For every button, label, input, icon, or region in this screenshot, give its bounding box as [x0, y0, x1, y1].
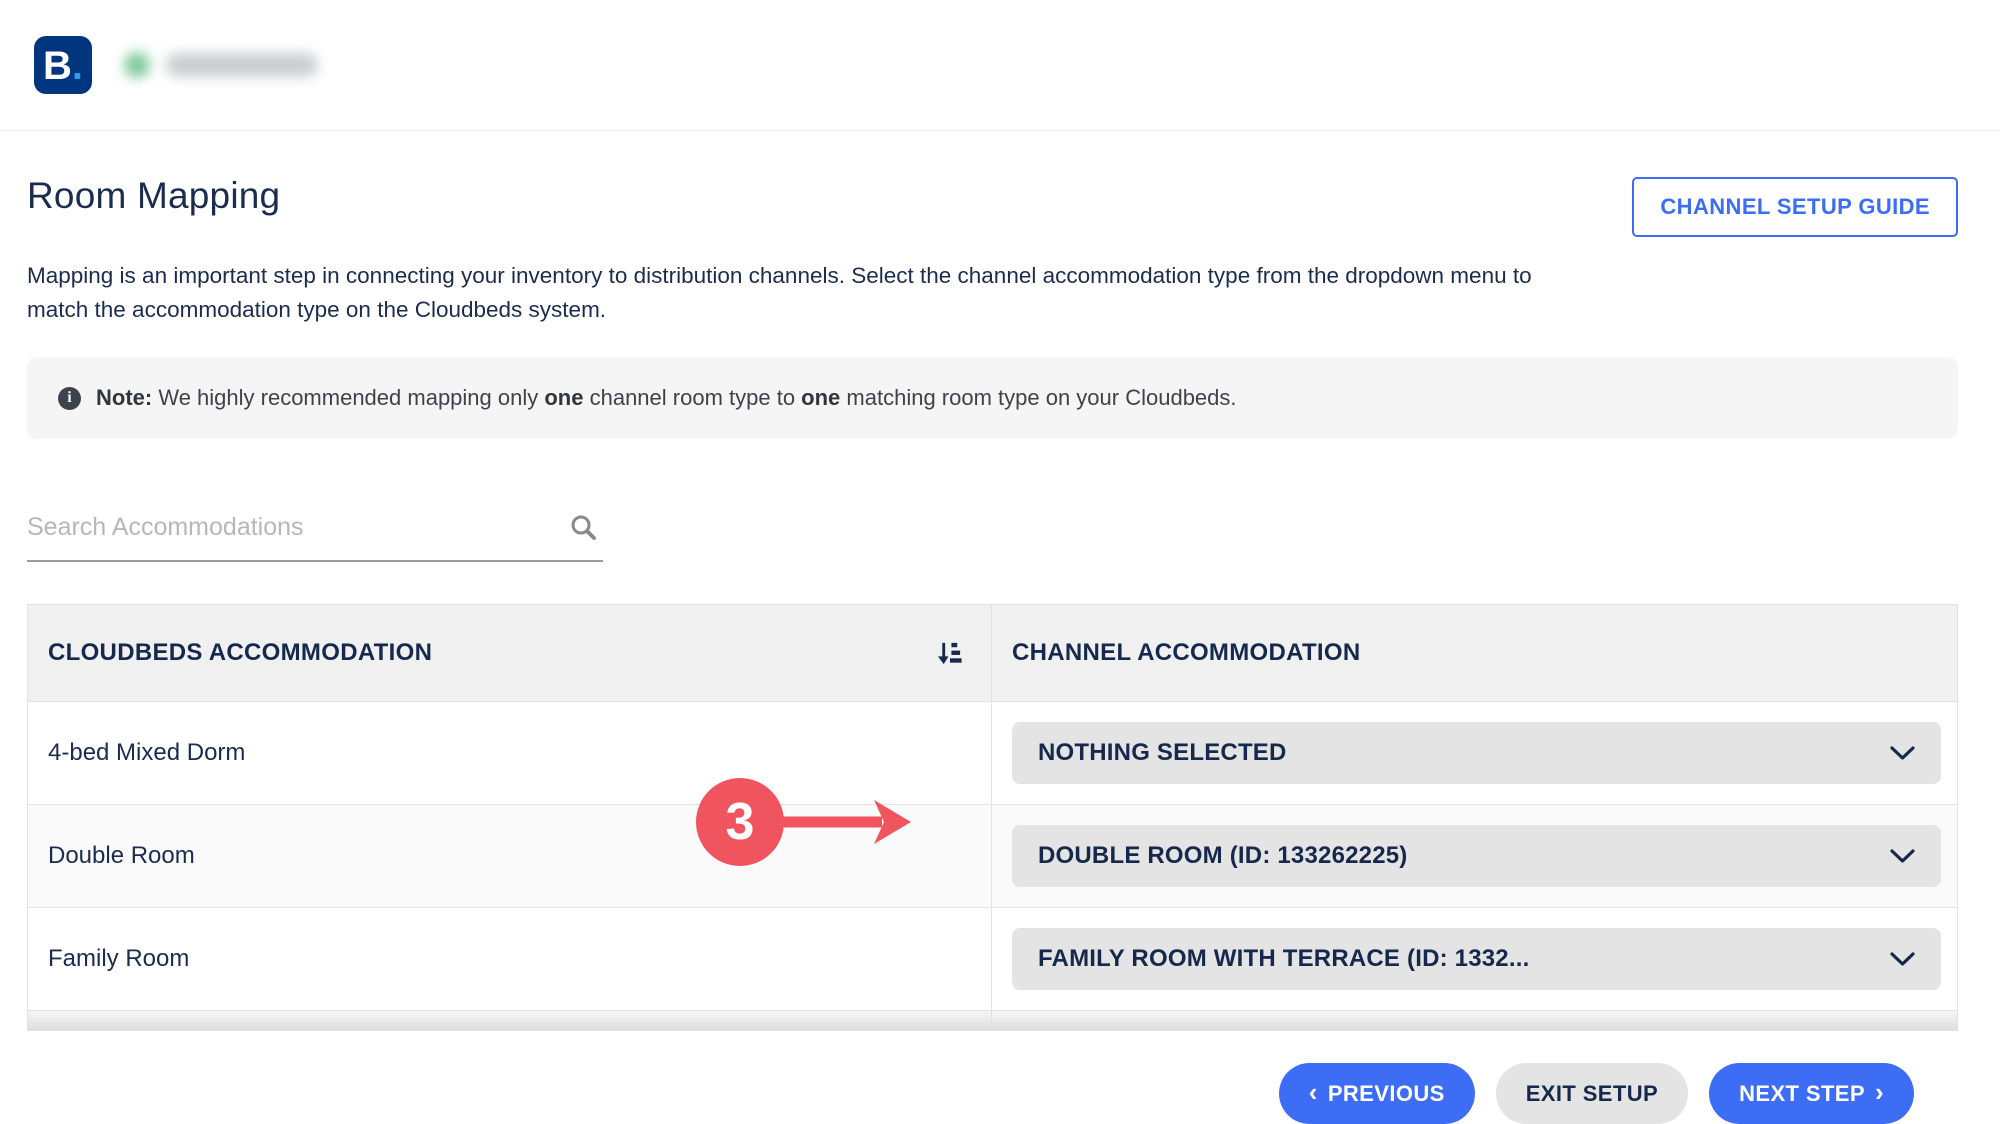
search-icon[interactable] [569, 513, 597, 546]
info-icon: i [58, 387, 81, 410]
channel-setup-guide-button[interactable]: CHANNEL SETUP GUIDE [1632, 177, 1958, 237]
exit-setup-button[interactable]: EXIT SETUP [1496, 1063, 1688, 1124]
selected-option-label: DOUBLE ROOM (ID: 133262225) [1038, 842, 1408, 870]
channel-cell: NOTHING SELECTED [991, 702, 1957, 804]
table-row: Family Room FAMILY ROOM WITH TERRACE (ID… [28, 908, 1957, 1011]
chevron-down-icon [1890, 849, 1915, 864]
search-input[interactable] [27, 509, 527, 546]
table-header-row: CLOUDBEDS ACCOMMODATION CHANNEL ACCOMMOD… [28, 605, 1957, 702]
channel-cell: DOUBLE ROOM (ID: 133262225) [991, 805, 1957, 907]
status-badge-blurred [124, 52, 318, 78]
note-box: i Note: We highly recommended mapping on… [27, 357, 1958, 439]
table-row: 4-bed Mixed Dorm NOTHING SELECTED [28, 702, 1957, 805]
page-description: Mapping is an important step in connecti… [27, 259, 1587, 327]
next-step-label: NEXT STEP [1739, 1081, 1865, 1107]
channel-accommodation-select[interactable]: DOUBLE ROOM (ID: 133262225) [1012, 825, 1941, 887]
title-row: Room Mapping CHANNEL SETUP GUIDE [27, 175, 1958, 237]
sort-icon[interactable] [936, 640, 963, 667]
header-cloudbeds-accommodation: CLOUDBEDS ACCOMMODATION [28, 605, 991, 701]
header-right-label: CHANNEL ACCOMMODATION [1012, 639, 1361, 667]
room-mapping-table: CLOUDBEDS ACCOMMODATION CHANNEL ACCOMMOD… [27, 604, 1958, 1031]
chevron-down-icon [1890, 952, 1915, 967]
channel-cell: FAMILY ROOM WITH TERRACE (ID: 1332... [991, 908, 1957, 1010]
booking-logo: B. [34, 36, 92, 94]
chevron-right-icon: › [1875, 1079, 1884, 1108]
top-header-bar: B. [0, 0, 2000, 131]
cloudbeds-room-name: 4-bed Mixed Dorm [28, 702, 991, 804]
table-row-partial [28, 1011, 1957, 1031]
cloudbeds-room-name: Double Room [28, 805, 991, 907]
logo-letter: B [43, 46, 72, 86]
search-accommodations-field [27, 509, 603, 562]
note-label: Note: [96, 385, 152, 410]
next-step-button[interactable]: NEXT STEP › [1709, 1063, 1914, 1124]
previous-button[interactable]: ‹ PREVIOUS [1279, 1063, 1475, 1124]
page-title: Room Mapping [27, 175, 280, 217]
channel-accommodation-select[interactable]: FAMILY ROOM WITH TERRACE (ID: 1332... [1012, 928, 1941, 990]
cloudbeds-room-name: Family Room [28, 908, 991, 1010]
note-text: Note: We highly recommended mapping only… [96, 385, 1237, 411]
selected-option-label: NOTHING SELECTED [1038, 739, 1287, 767]
exit-setup-label: EXIT SETUP [1526, 1081, 1658, 1107]
logo-dot: . [72, 46, 83, 86]
chevron-down-icon [1890, 746, 1915, 761]
table-row: Double Room DOUBLE ROOM (ID: 133262225) [28, 805, 1957, 908]
selected-option-label: FAMILY ROOM WITH TERRACE (ID: 1332... [1038, 945, 1529, 973]
previous-label: PREVIOUS [1328, 1081, 1445, 1107]
channel-accommodation-select[interactable]: NOTHING SELECTED [1012, 722, 1941, 784]
main-content: Room Mapping CHANNEL SETUP GUIDE Mapping… [0, 131, 2000, 1124]
header-left-label: CLOUDBEDS ACCOMMODATION [48, 639, 432, 667]
wizard-footer: ‹ PREVIOUS EXIT SETUP NEXT STEP › [27, 1031, 1958, 1124]
status-text-redacted [166, 53, 318, 77]
chevron-left-icon: ‹ [1309, 1079, 1318, 1108]
header-channel-accommodation: CHANNEL ACCOMMODATION [991, 605, 1957, 701]
status-dot-icon [124, 52, 150, 78]
